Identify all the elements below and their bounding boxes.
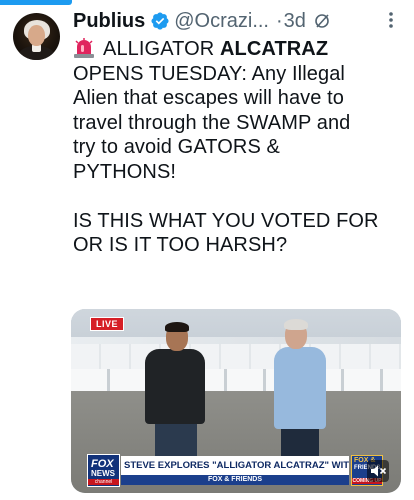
fox-news-logo-line2: NEWS [91, 469, 115, 478]
person-left-body [145, 349, 205, 424]
tweet-line-8: OR IS IT TOO HARSH? [73, 234, 288, 256]
tweet-text: ALLIGATOR ALCATRAZ OPENS TUESDAY: Any Il… [73, 37, 403, 258]
tweet-line-5: try to avoid GATORS & [73, 136, 280, 158]
active-tab-indicator [0, 0, 72, 5]
live-badge: LIVE [90, 317, 125, 331]
more-dots-icon[interactable] [382, 11, 400, 29]
sparkle-icon[interactable] [314, 13, 330, 29]
fox-news-logo: FOX NEWS channel [87, 454, 120, 487]
news-chyron: FOX NEWS channel STEVE EXPLORES "ALLIGAT… [87, 454, 387, 487]
dot-separator: · [276, 9, 283, 32]
verified-badge-icon[interactable] [150, 11, 170, 31]
tweet-line-2: OPENS TUESDAY: Any Illegal [73, 62, 345, 85]
video-trailers [71, 369, 401, 391]
tweet-line-1-bold: ALCATRAZ [219, 38, 329, 60]
timestamp[interactable]: 3d [284, 10, 306, 33]
person-right-hair [284, 319, 308, 330]
fox-news-logo-line3: channel [88, 479, 119, 485]
person-left-hair [165, 322, 189, 332]
tweet-line-4: travel through the SWAMP and [73, 111, 351, 134]
person-right-body [274, 347, 326, 429]
tweet-line-1-word: ALLIGATOR [103, 38, 215, 60]
tweet-line-3: Alien that escapes will have to [73, 87, 345, 109]
author-handle[interactable]: @Ocrazi... [174, 10, 269, 33]
tweet-line-7: IS THIS WHAT YOU VOTED FOR [73, 209, 379, 232]
tweet-line-1: ALLIGATOR ALCATRAZ [73, 37, 403, 62]
chyron-headline: STEVE EXPLORES "ALLIGATOR ALCATRAZ" WITH… [121, 456, 349, 475]
author-name[interactable]: Publius [73, 10, 145, 33]
avatar[interactable] [13, 13, 60, 60]
chyron-show-name: FOX & FRIENDS [121, 475, 349, 485]
tweet-line-6: PYTHONS! [73, 160, 177, 183]
tweet-header: Publius @Ocrazi... · 3d [73, 7, 400, 35]
siren-emoji-icon [74, 38, 94, 58]
speaker-muted-icon[interactable] [367, 460, 389, 482]
video-media[interactable]: LIVE FOX NEWS channel STEVE EXPLORES "AL… [71, 309, 401, 493]
